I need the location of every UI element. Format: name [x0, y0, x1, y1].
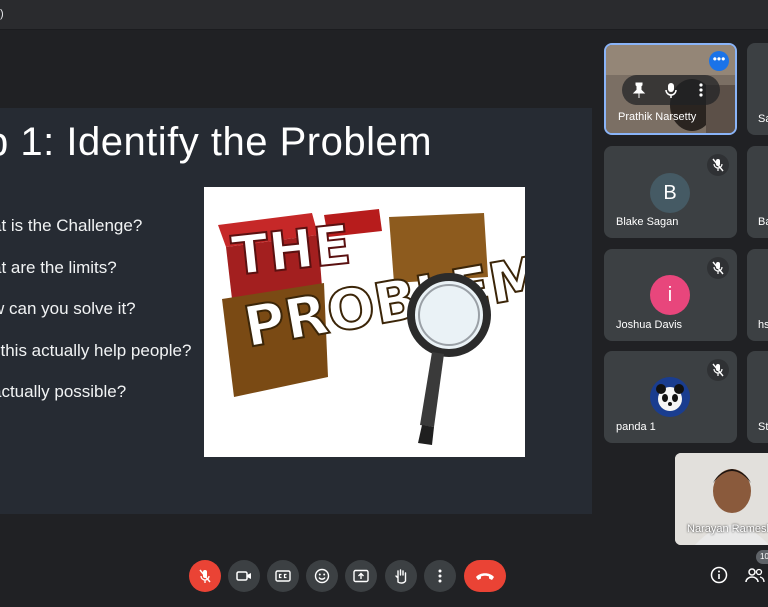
panda-avatar — [650, 377, 690, 417]
avatar: B — [650, 173, 690, 213]
raise-hand-button[interactable] — [385, 560, 417, 592]
captions-button[interactable] — [267, 560, 299, 592]
camera-icon — [236, 571, 251, 581]
call-controls-bar — [0, 560, 768, 596]
more-options-button[interactable] — [424, 560, 456, 592]
meet-window: ) p 1: Identify the Problem at is the Ch… — [0, 0, 768, 607]
muted-mic-icon — [707, 257, 729, 279]
emoji-icon — [314, 568, 330, 584]
slide-image-word-the: THE — [229, 213, 354, 288]
mic-toggle-button[interactable] — [189, 560, 221, 592]
leave-call-button[interactable] — [464, 560, 506, 592]
tile-more-icon[interactable] — [698, 82, 704, 103]
captions-icon — [275, 570, 291, 582]
pin-icon[interactable] — [632, 82, 646, 103]
participant-name: Blake Sagan — [616, 216, 679, 228]
participant-count-badge: 10 — [756, 550, 768, 564]
reactions-button[interactable] — [306, 560, 338, 592]
participant-name: Joshua Davis — [616, 319, 683, 331]
present-icon — [353, 569, 369, 583]
participant-tile-partial[interactable]: St — [747, 351, 768, 443]
participant-tile-partial[interactable]: Ba — [747, 146, 768, 238]
tile-hover-controls — [622, 75, 720, 105]
mic-icon[interactable] — [664, 82, 678, 103]
tile-options-button[interactable]: ••• — [709, 51, 729, 71]
window-title-bar: ) — [0, 0, 768, 30]
end-call-icon — [476, 573, 494, 580]
people-icon — [745, 568, 765, 583]
camera-toggle-button[interactable] — [228, 560, 260, 592]
slide-bullet: at are the limits? — [0, 257, 117, 277]
the-problem-illustration: THE PROBLEM — [204, 187, 525, 457]
participant-tile-partial[interactable]: Sa — [747, 43, 768, 135]
participant-name: panda 1 — [616, 421, 656, 433]
muted-mic-icon — [707, 359, 729, 381]
meeting-details-button[interactable] — [710, 566, 728, 589]
info-icon — [710, 566, 728, 584]
present-now-button[interactable] — [345, 560, 377, 592]
presentation-stage: p 1: Identify the Problem at is the Chal… — [0, 108, 592, 514]
participant-tile-partial[interactable]: hs — [747, 249, 768, 341]
participant-tile[interactable]: B Blake Sagan — [604, 146, 737, 238]
slide-bullet-list: at is the Challenge? at are the limits? … — [0, 216, 191, 424]
avatar: i — [650, 275, 690, 315]
slide-bullet: l this actually help people? — [0, 340, 192, 360]
participant-tile[interactable]: panda 1 — [604, 351, 737, 443]
participant-name: Prathik Narsetty — [618, 111, 697, 123]
presenter-video-tile[interactable]: Narayan Ramesh — [675, 453, 768, 545]
slide-bullet: actually possible? — [0, 382, 127, 401]
slide-bullet: at is the Challenge? — [0, 216, 143, 235]
raise-hand-icon — [395, 569, 407, 584]
show-everyone-button[interactable] — [745, 566, 765, 589]
muted-mic-icon — [707, 154, 729, 176]
self-tile[interactable]: ••• Prathik Narsetty — [604, 43, 737, 135]
participant-name: Narayan Ramesh — [687, 523, 768, 535]
slide-bullet: w can you solve it? — [0, 299, 136, 318]
window-title: ) — [0, 8, 4, 20]
slide-title: p 1: Identify the Problem — [0, 120, 433, 164]
participant-tile[interactable]: i Joshua Davis — [604, 249, 737, 341]
more-options-icon — [438, 569, 442, 583]
mic-off-icon — [199, 569, 211, 583]
the-problem-image: THE PROBLEM — [204, 187, 525, 457]
